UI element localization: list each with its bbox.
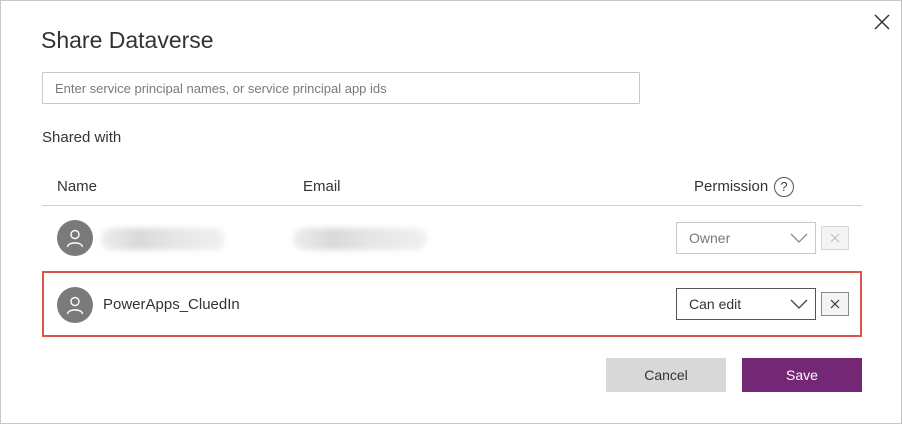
column-header-name: Name (57, 178, 98, 195)
share-dialog: Share Dataverse Shared with Name Email P… (0, 0, 902, 424)
column-header-permission: Permission (694, 178, 769, 195)
user-name: PowerApps_CluedIn (103, 296, 240, 313)
obscured-user-name (101, 228, 225, 250)
chevron-down-icon (790, 299, 808, 309)
remove-user-button (821, 226, 849, 250)
person-icon (66, 229, 84, 248)
cancel-button[interactable]: Cancel (606, 358, 726, 392)
header-divider (42, 205, 862, 206)
avatar (57, 220, 93, 256)
shared-with-label: Shared with (42, 129, 122, 146)
permission-select[interactable]: Can edit (676, 288, 816, 320)
permission-select-owner: Owner (676, 222, 816, 254)
close-icon (874, 14, 890, 30)
avatar (57, 287, 93, 323)
permission-help-icon[interactable]: ? (774, 177, 794, 197)
save-button[interactable]: Save (742, 358, 862, 392)
obscured-user-email (293, 228, 427, 250)
column-header-email: Email (303, 178, 341, 195)
chevron-down-icon (790, 233, 808, 243)
dialog-title: Share Dataverse (41, 27, 214, 53)
close-icon (830, 299, 840, 309)
principal-search-input[interactable] (42, 72, 640, 104)
remove-user-button[interactable] (821, 292, 849, 316)
close-icon (830, 233, 840, 243)
permission-value: Can edit (689, 296, 742, 312)
close-button[interactable] (869, 9, 895, 35)
permission-value: Owner (689, 230, 731, 246)
person-icon (66, 296, 84, 315)
